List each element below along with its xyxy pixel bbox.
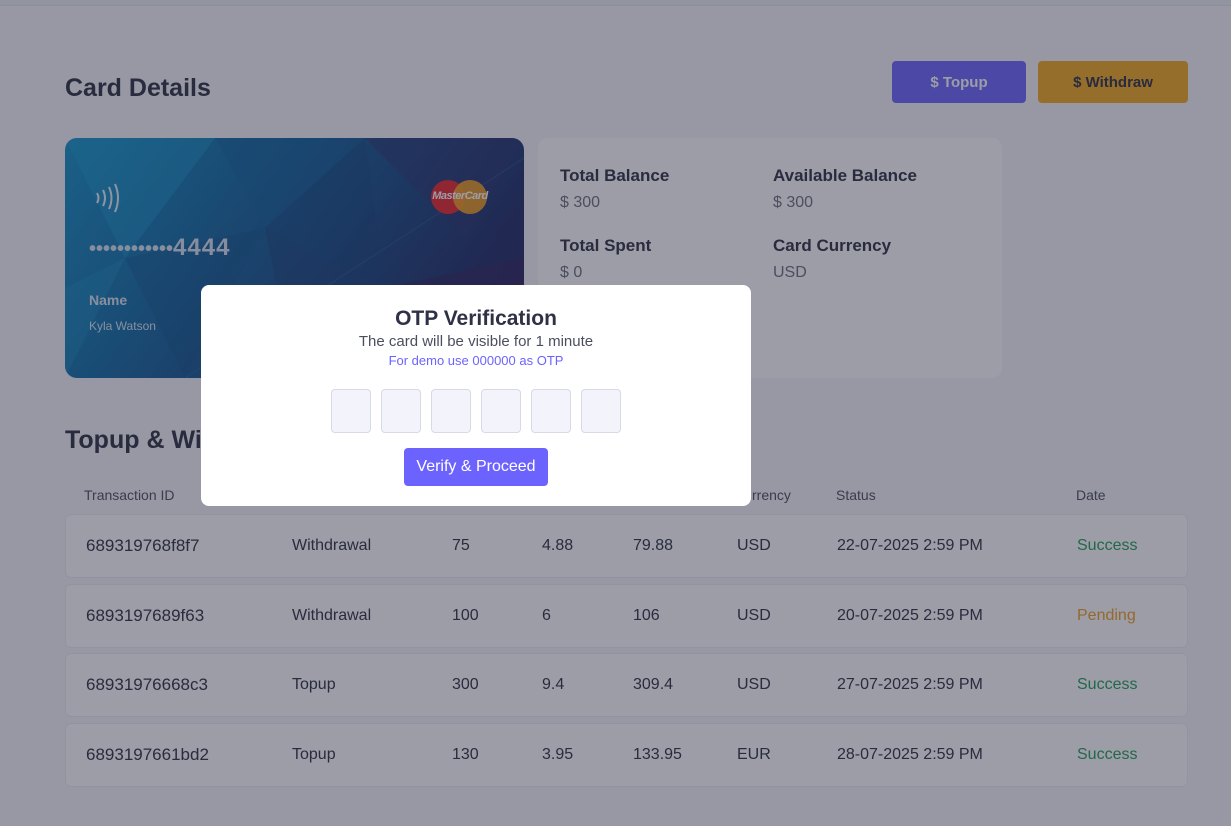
otp-digit-input[interactable] [431,389,471,433]
modal-subtitle: The card will be visible for 1 minute [358,333,594,350]
modal-title: OTP Verification [395,307,557,330]
otp-digit-input[interactable] [531,389,571,433]
modal-hint: For demo use 000000 as OTP [388,353,564,368]
otp-digit-input[interactable] [581,389,621,433]
otp-modal: OTP Verification The card will be visibl… [201,285,751,506]
otp-digit-input[interactable] [331,389,371,433]
otp-digit-input[interactable] [481,389,521,433]
verify-proceed-button[interactable]: Verify & Proceed [404,448,548,486]
otp-digit-input[interactable] [381,389,421,433]
